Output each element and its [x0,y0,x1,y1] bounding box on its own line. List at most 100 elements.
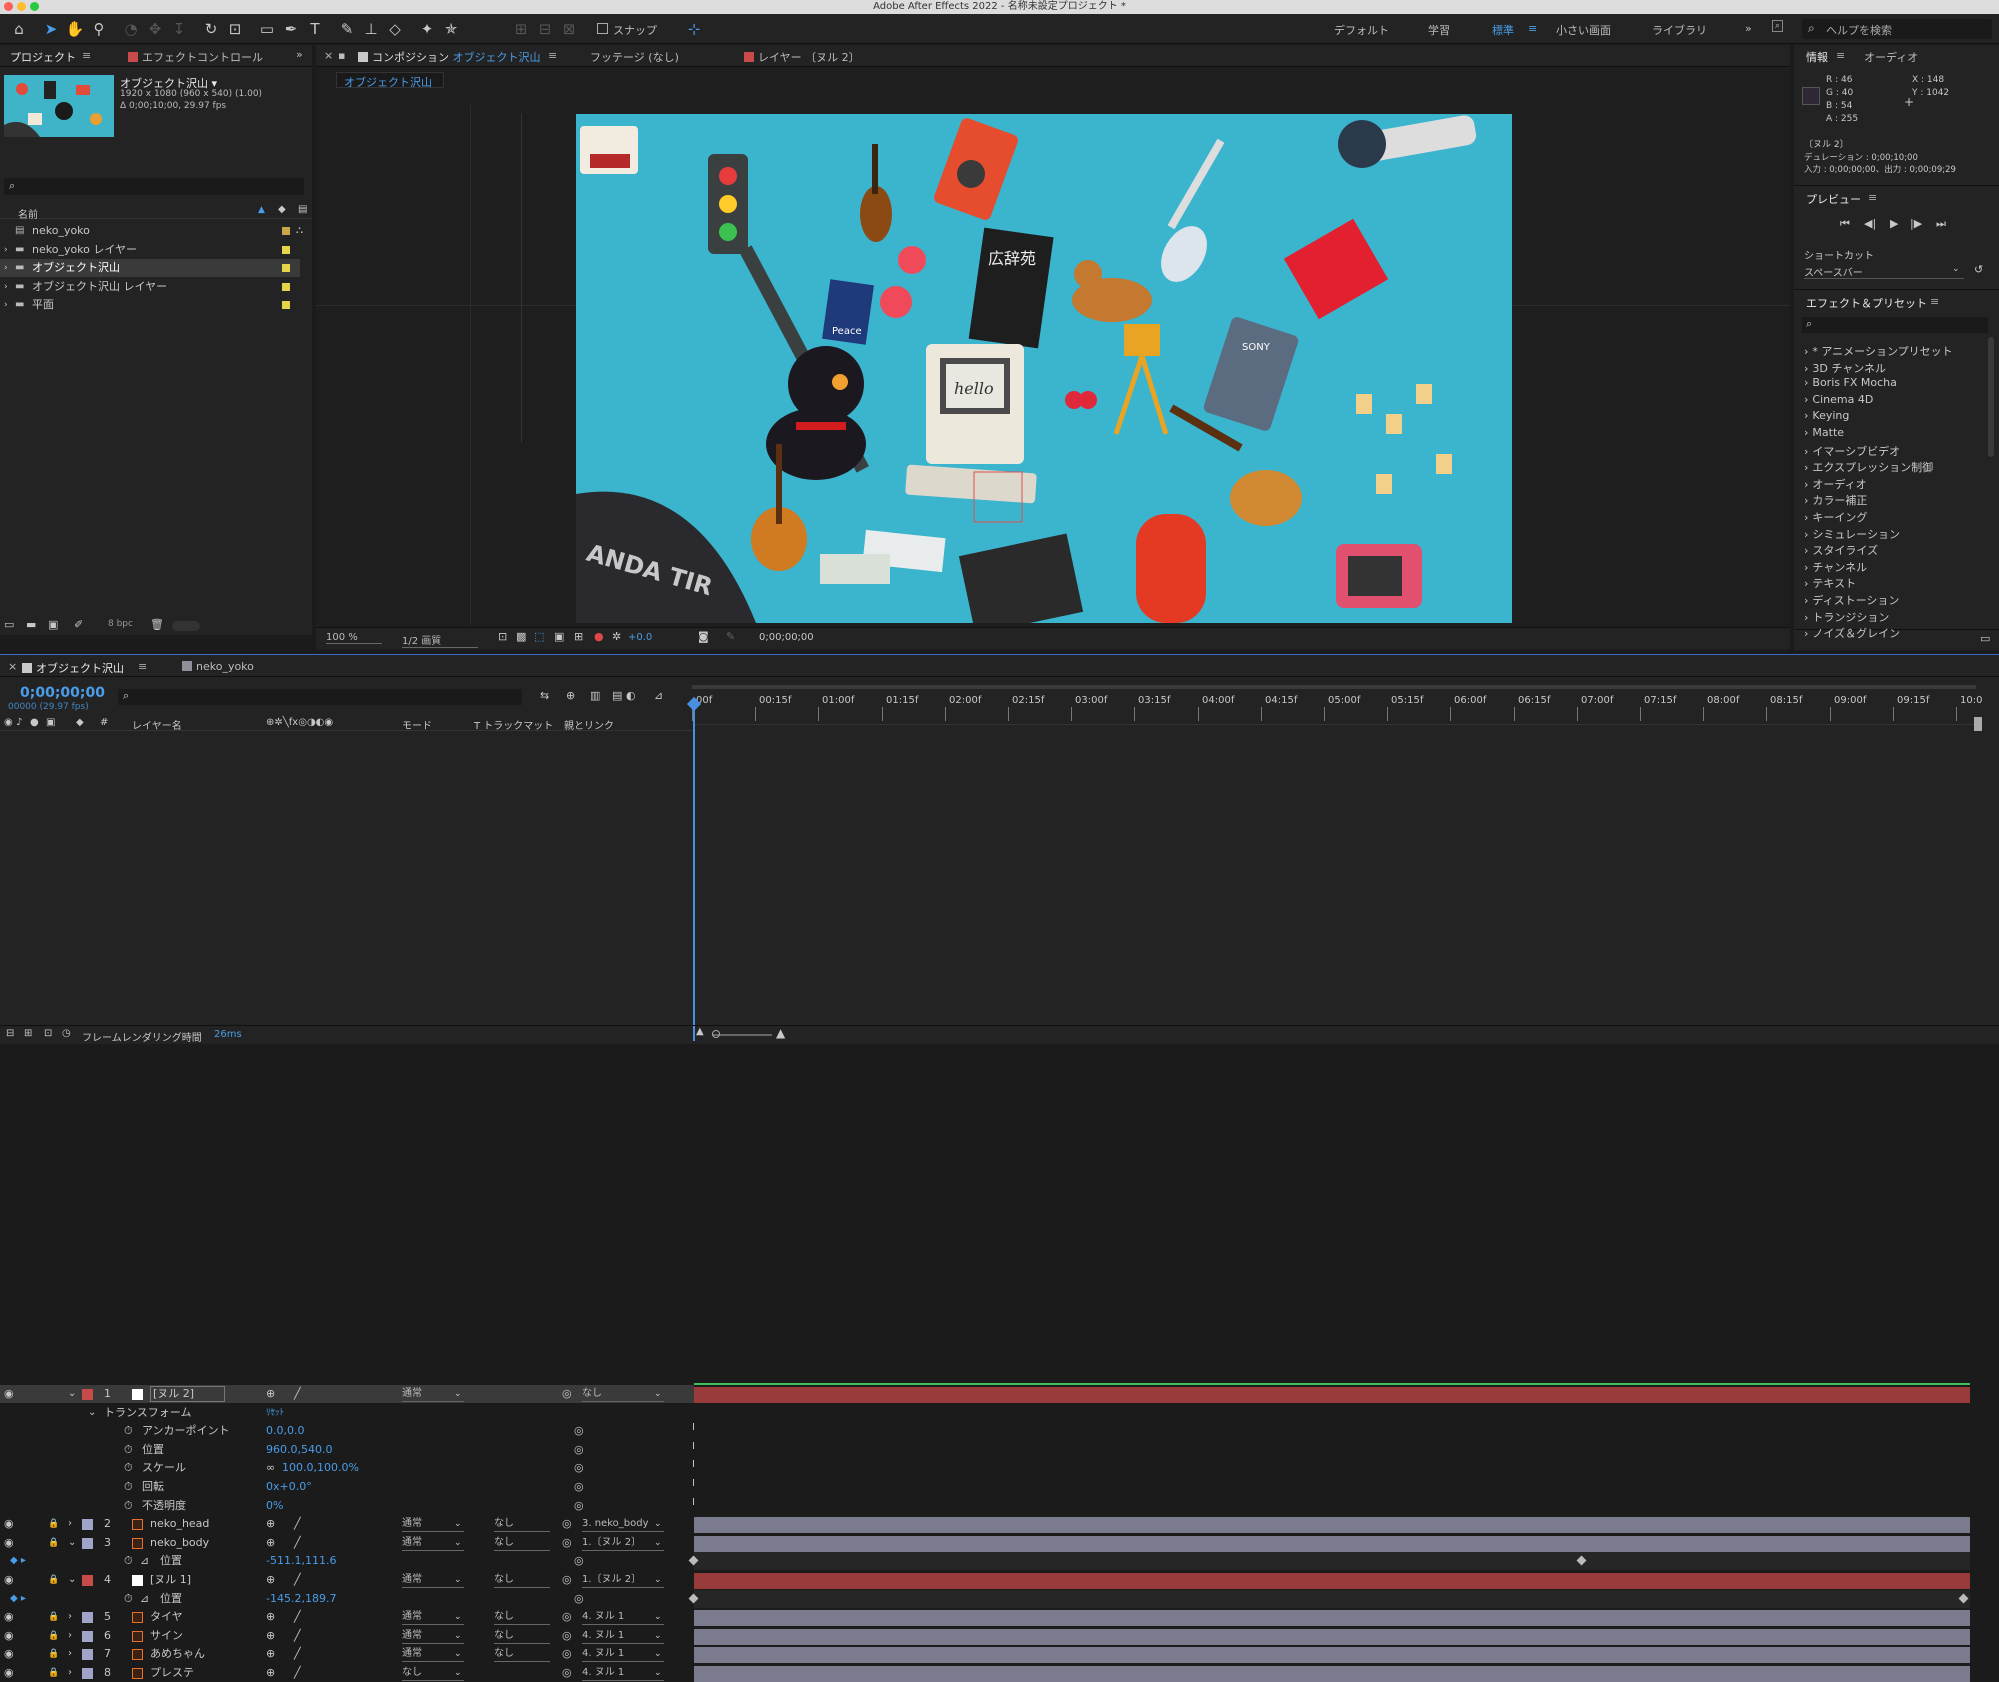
pick-whip-icon[interactable]: ◎ [562,1534,572,1552]
folder-chevron-icon[interactable]: › [4,296,8,314]
layer-name[interactable]: プレステ [150,1664,194,1682]
tab-footage[interactable]: フッテージ (なし) [590,49,679,65]
project-item[interactable]: › ▬ オブジェクト沢山 レイヤー [0,278,300,296]
stopwatch-icon[interactable]: ⏱ [124,1422,133,1440]
stopwatch-icon[interactable]: ⏱ [124,1497,133,1515]
transfer-controls-toggle-icon[interactable]: ⊞ [24,1028,32,1039]
project-menu-icon[interactable]: ≡ [82,49,91,62]
help-search-field[interactable]: ⌕ ヘルプを検索 [1802,19,1992,39]
layer-name[interactable]: あめちゃん [150,1645,205,1663]
property-row[interactable]: ⏱ 不透明度 0% ◎ [0,1497,694,1515]
track-matte-dropdown[interactable]: なし [494,1517,550,1533]
expression-pick-whip-icon[interactable]: ◎ [574,1441,584,1459]
chevron-right-icon[interactable]: › [68,1664,72,1682]
column-track-matte[interactable]: T トラックマット [474,717,553,732]
layer-name[interactable]: タイヤ [150,1608,183,1626]
collapse-switch-icon[interactable]: ⊕ [266,1645,275,1663]
chevron-down-icon[interactable]: ⌄ [88,1404,96,1422]
tab-neko-yoko[interactable]: neko_yoko [182,660,254,673]
new-folder-icon[interactable]: ▬ [26,618,36,631]
first-frame-icon[interactable]: ⏮ [1840,217,1850,231]
column-mode[interactable]: モード [402,717,432,732]
tab-audio[interactable]: オーディオ [1864,49,1918,65]
property-value[interactable]: 960.0,540.0 [266,1441,332,1459]
reset-shortcut-icon[interactable]: ↺ [1974,263,1983,276]
pick-whip-icon[interactable]: ◎ [562,1571,572,1589]
layer-row[interactable]: ◉ 🔒 ⌄ 3 neko_body ⊕ ╱ 通常 ⌄ なし ◎ 1.〔ヌル 2〕 ⌄ [0,1534,694,1552]
previous-frame-icon[interactable]: ◀| [1864,217,1876,230]
label-column-icon[interactable]: ◆ [278,204,286,215]
pick-whip-icon[interactable]: ◎ [562,1627,572,1645]
layer-name[interactable]: [ヌル 2] [150,1386,226,1402]
eye-icon[interactable]: ◉ [4,1608,14,1626]
track-matte-dropdown[interactable]: なし [494,1647,550,1663]
label-icon[interactable]: ◆ [76,717,84,728]
draft-3d-icon[interactable]: ⊕ [566,689,575,702]
work-area-bar[interactable] [692,685,1976,689]
tab-timeline-comp[interactable]: オブジェクト沢山 [22,660,124,676]
chevron-right-icon[interactable]: › [68,1608,72,1626]
quality-switch-icon[interactable]: ╱ [294,1645,301,1663]
workspace-small-screen[interactable]: 小さい画面 [1556,22,1611,38]
quality-switch-icon[interactable]: ╱ [294,1627,301,1645]
property-row[interactable]: ⏱ ◆ ▸ ⊿ 位置 -511.1,111.6 ◎ [0,1552,694,1570]
layer-duration-bar[interactable] [694,1535,1970,1552]
effects-menu-icon[interactable]: ≡ [1930,295,1939,308]
roto-brush-tool-icon[interactable]: ✦ [416,18,438,40]
region-of-interest-icon[interactable]: ▣ [554,630,564,643]
transparency-grid-icon[interactable]: ▩ [516,630,526,643]
property-value[interactable]: -145.2,189.7 [266,1590,336,1608]
audio-switch-icon[interactable]: ♪ [16,717,22,728]
close-tab-icon[interactable]: × [324,49,333,62]
tab-info[interactable]: 情報 [1806,49,1828,65]
effects-category-item[interactable]: › キーイング [1804,509,1867,525]
tab-effect-controls[interactable]: エフェクトコントロール [128,49,263,65]
layer-name[interactable]: neko_body [150,1534,209,1552]
graph-editor-icon[interactable]: ⊿ [654,689,663,702]
property-row[interactable]: ⏱ 回転 0x+0.0° ◎ [0,1478,694,1496]
quality-switch-icon[interactable]: ╱ [294,1608,301,1626]
layer-row[interactable]: ◉ ⌄ 1 [ヌル 2] ⊕ ╱ 通常 ⌄ ◎ なし ⌄ [0,1385,694,1403]
exposure-reset-icon[interactable]: ✲ [612,630,621,643]
parent-dropdown[interactable]: 3. neko_body [582,1517,664,1533]
color-channel-icon[interactable]: ● [594,630,604,643]
stopwatch-icon[interactable]: ⏱ [124,1459,133,1477]
delete-icon[interactable]: 🗑 [150,618,164,631]
rectangle-tool-icon[interactable]: ▭ [256,18,278,40]
timeline-zoom-slider[interactable] [712,1034,772,1036]
property-row[interactable]: ⏱ スケール ∞ 100.0,100.0% ◎ [0,1459,694,1477]
timeline-menu-icon[interactable]: ≡ [138,660,147,673]
bit-depth[interactable]: 8 bpc [108,619,133,629]
render-time-icon[interactable]: ◷ [62,1028,71,1039]
fast-preview-icon[interactable]: ⊡ [498,630,507,643]
comp-menu-icon[interactable]: ≡ [548,49,557,62]
layer-name[interactable]: [ヌル 1] [150,1571,191,1589]
clone-stamp-tool-icon[interactable]: ⊥ [360,18,382,40]
pen-tool-icon[interactable]: ✒ [280,18,302,40]
column-name[interactable]: 名前 [18,206,38,221]
expression-pick-whip-icon[interactable]: ◎ [574,1552,584,1570]
eraser-tool-icon[interactable]: ◇ [384,18,406,40]
collapse-switch-icon[interactable]: ⊕ [266,1385,275,1403]
parent-dropdown[interactable]: 4. ヌル 1 [582,1666,664,1681]
current-time[interactable]: 0;00;00;00 [20,685,105,701]
zoom-window-button[interactable] [30,2,39,11]
work-area-end[interactable] [1974,717,1982,731]
constrain-proportions-icon[interactable]: ∞ [266,1459,275,1477]
selection-tool-icon[interactable]: ➤ [40,18,62,40]
lock-icon[interactable]: 🔒 [48,1645,59,1663]
column-layer-name[interactable]: レイヤー名 [132,717,182,732]
folder-chevron-icon[interactable]: › [4,241,8,259]
layer-duration-bar[interactable] [694,1387,1970,1403]
property-row[interactable]: ⏱ 位置 960.0,540.0 ◎ [0,1441,694,1459]
more-workspaces-icon[interactable]: » [1745,22,1752,35]
project-item[interactable]: ▤ neko_yoko ⛬ [0,222,303,240]
sort-ascending-icon[interactable]: ▲ [258,205,265,215]
workspace-standard[interactable]: 標準 [1492,22,1514,38]
parent-dropdown[interactable]: 1.〔ヌル 2〕 [582,1536,664,1551]
label-color-swatch[interactable] [82,1649,93,1661]
eye-icon[interactable]: ◉ [4,1645,14,1663]
zoom-slider-handle[interactable] [712,1030,720,1038]
keyframe-nav-icon[interactable]: ◆ ▸ [10,1552,26,1570]
time-ruler[interactable]: 00f 00:15f 01:00f 01:15f 02:00f 02:15f 03:00f 0… [692,685,1982,725]
